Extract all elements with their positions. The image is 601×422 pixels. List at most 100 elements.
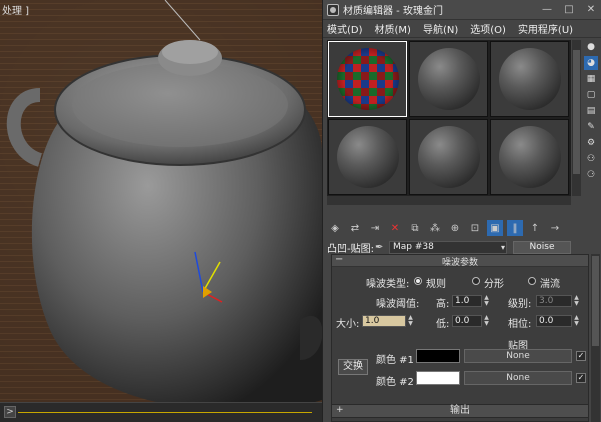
get-material-icon[interactable]: ◈ [327,220,343,236]
material-editor-window: 材质编辑器 - 玫瑰金门 — □ ✕ 模式(D) 材质(M) 导航(N) 选项(… [322,0,601,422]
put-to-scene-icon[interactable]: ⇄ [347,220,363,236]
make-unique-icon[interactable]: ⁂ [427,220,443,236]
menu-mode[interactable]: 模式(D) [327,21,363,36]
minimize-button[interactable]: — [536,0,558,20]
make-preview-icon[interactable]: ✎ [584,120,598,134]
go-to-parent-icon[interactable]: ↑ [527,220,543,236]
assign-to-selection-icon[interactable]: ⇥ [367,220,383,236]
show-map-icon[interactable]: ▣ [487,220,503,236]
map-type-button[interactable]: Noise [513,240,571,254]
maximize-button[interactable]: □ [558,0,580,20]
low-value-field[interactable]: 0.0 [452,315,482,327]
backlight-icon[interactable]: ◕ [584,56,598,70]
levels-label: 级别: [508,299,532,310]
color2-map-button[interactable]: None [464,371,572,385]
levels-value-field[interactable]: 3.0 [536,295,572,307]
map-name-text: Map #38 [393,241,434,252]
uv-tiling-icon[interactable]: ▢ [584,88,598,102]
noise-parameters-rollout: − 噪波参数 噪波类型: 规则 分形 湍流 噪波阈值: 高: 1.0 ▲ ▼ 级别… [331,254,589,422]
close-button[interactable]: ✕ [580,0,601,20]
slots-scrollbar[interactable] [572,40,581,196]
map-row: 凸凹-贴图: ✒ Map #38 ▾ Noise [327,240,601,255]
size-value-field[interactable]: 1.0 [362,315,406,327]
color2-swatch[interactable] [416,371,460,385]
material-id-icon[interactable]: ⊡ [467,220,483,236]
color1-swatch[interactable] [416,349,460,363]
video-color-check-icon[interactable]: ▤ [584,104,598,118]
window-title: 材质编辑器 - 玫瑰金门 [343,6,443,17]
threshold-label: 噪波阈值: [376,299,420,310]
radio-fractal[interactable] [472,277,480,285]
sample-slot-5[interactable] [409,119,488,195]
viewport[interactable]: 处理 ] > [0,0,322,422]
sample-type-icon[interactable]: ● [584,40,598,54]
low-label: 低: [436,319,450,330]
timeline-arrow-icon[interactable]: > [4,406,16,418]
menu-utilities[interactable]: 实用程序(U) [518,21,573,36]
phase-spinner[interactable]: ▲ ▼ [573,315,580,327]
sample-sphere [418,48,480,110]
sample-sphere [499,126,561,188]
dropdown-arrow-icon[interactable]: ▾ [501,242,505,253]
rollout-header[interactable]: − 噪波参数 [332,254,588,268]
swap-button[interactable]: 交换 [338,359,368,375]
go-forward-sibling-icon[interactable]: → [547,220,563,236]
phase-label: 相位: [508,319,532,330]
noise-type-label: 噪波类型: [366,279,410,290]
sample-sphere [418,126,480,188]
high-spinner[interactable]: ▲ ▼ [483,295,490,307]
sample-slot-4[interactable] [328,119,407,195]
horizontal-toolbar: ◈ ⇄ ⇥ ✕ ⧉ ⁂ ⊕ ⊡ ▣ ‖ ↑ → [327,219,601,237]
eyedropper-icon[interactable]: ✒ [375,242,389,253]
sample-slot-6[interactable] [490,119,569,195]
radio-regular-label: 规则 [426,279,446,290]
radio-turbulence-label: 湍流 [540,279,560,290]
menu-options[interactable]: 选项(O) [470,21,506,36]
app-icon [327,3,339,16]
rollout-scroll-thumb[interactable] [592,256,599,346]
radio-regular[interactable] [414,277,422,285]
radio-fractal-label: 分形 [484,279,504,290]
phase-value-field[interactable]: 0.0 [536,315,572,327]
copy-material-icon[interactable]: ⧉ [407,220,423,236]
put-to-library-icon[interactable]: ⊕ [447,220,463,236]
levels-spinner[interactable]: ▲ ▼ [573,295,580,307]
color1-map-button[interactable]: None [464,349,572,363]
size-spinner[interactable]: ▲ ▼ [407,315,414,327]
side-toolbar: ● ◕ ▦ ▢ ▤ ✎ ⚙ ⚇ ⚆ [582,40,600,215]
options-icon[interactable]: ⚙ [584,136,598,150]
material-navigator-icon[interactable]: ⚆ [584,168,598,182]
sample-sphere [337,48,399,110]
background-icon[interactable]: ▦ [584,72,598,86]
output-rollout-header[interactable]: + 输出 [331,404,589,418]
scroll-thumb[interactable] [573,50,580,174]
rollout-title: 噪波参数 [441,258,478,268]
color1-map-checkbox[interactable]: ✓ [576,351,586,361]
timeline-track [18,412,312,413]
map-name-field[interactable]: Map #38 ▾ [389,240,507,254]
teapot-render [0,0,322,411]
output-label: 输出 [450,405,470,416]
color2-map-checkbox[interactable]: ✓ [576,373,586,383]
viewport-label: 处理 ] [2,6,30,17]
reset-map-icon[interactable]: ✕ [387,220,403,236]
show-end-result-icon[interactable]: ‖ [507,220,523,236]
high-label: 高: [436,299,450,310]
radio-turbulence[interactable] [528,277,536,285]
size-label: 大小: [336,319,360,330]
slots-hscrollbar[interactable] [327,196,571,205]
sample-slot-2[interactable] [409,41,488,117]
sample-slot-1[interactable] [328,41,407,117]
menu-bar: 模式(D) 材质(M) 导航(N) 选项(O) 实用程序(U) [323,20,601,38]
select-by-material-icon[interactable]: ⚇ [584,152,598,166]
title-bar[interactable]: 材质编辑器 - 玫瑰金门 — □ ✕ [323,0,601,20]
menu-navigation[interactable]: 导航(N) [423,21,458,36]
color2-label: 颜色 #2 [376,377,414,388]
timeline-bar[interactable]: > [0,402,322,422]
sample-slot-3[interactable] [490,41,569,117]
map-label: 凸凹-贴图: [327,243,374,255]
low-spinner[interactable]: ▲ ▼ [483,315,490,327]
rollout-scrollbar[interactable] [591,254,600,422]
high-value-field[interactable]: 1.0 [452,295,482,307]
menu-material[interactable]: 材质(M) [375,21,411,36]
